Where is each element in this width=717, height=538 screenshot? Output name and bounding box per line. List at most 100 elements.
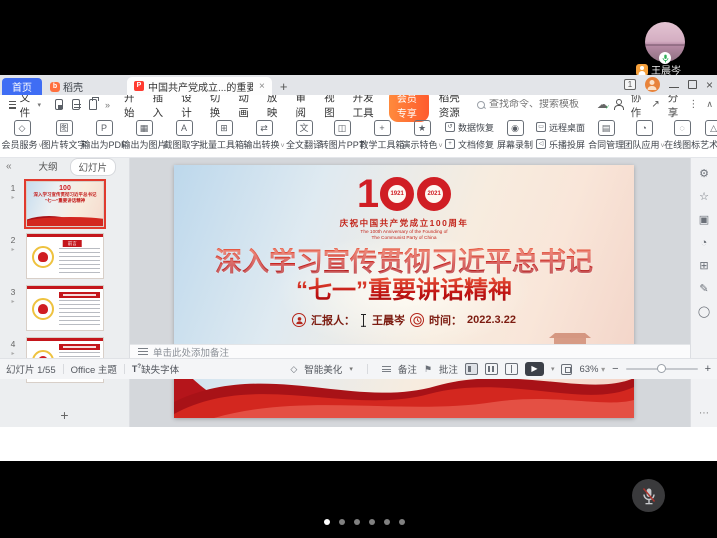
ribbon-item-member-services[interactable]: ◇会员服务	[2, 120, 42, 151]
ribbon-item-contract-management[interactable]: ▤合同管理	[588, 120, 624, 151]
print-icon[interactable]	[89, 99, 97, 110]
page-indicator-dots	[324, 519, 405, 525]
data-recovery-icon: ↺	[445, 122, 455, 132]
beautify-icon[interactable]: ☆	[699, 191, 709, 203]
resources-icon[interactable]: ⊞	[699, 260, 708, 272]
centenary-logo: 1 1921 2021	[174, 174, 634, 214]
page-dot[interactable]	[324, 519, 330, 525]
notes-bar[interactable]: 单击此处添加备注	[130, 344, 690, 358]
notes-toggle-label[interactable]: 备注	[398, 362, 417, 376]
collaborate-icon[interactable]	[616, 99, 623, 110]
ribbon-item-translate[interactable]: 文全文翻译	[286, 120, 322, 151]
reading-view-icon[interactable]	[505, 363, 518, 375]
image-ppt-icon: ◫	[334, 120, 351, 136]
batch-toolbox-icon: ⊞	[216, 120, 233, 136]
tab-close-icon[interactable]: ×	[259, 81, 265, 92]
notes-expand-icon	[138, 348, 148, 355]
theme-name[interactable]: Office 主题	[71, 362, 117, 376]
slide-1-canvas[interactable]: 1 1921 2021 庆祝中国共产党成立100周年 The 100th Ann…	[174, 165, 634, 418]
add-slide-button[interactable]: +	[60, 407, 68, 423]
sidebar-more-icon[interactable]: ⋯	[699, 408, 709, 419]
quick-access-overflow-icon[interactable]: »	[105, 100, 110, 110]
slide-thumbnail-2[interactable]: 前言	[26, 233, 104, 279]
fit-slide-icon[interactable]	[561, 364, 572, 375]
minimize-button[interactable]	[669, 87, 679, 88]
window-stack-icon[interactable]: 1	[624, 79, 636, 90]
help-icon[interactable]: ◯	[698, 306, 710, 318]
view-options-icon[interactable]	[72, 99, 80, 110]
workspace: « 大纲 幻灯片 1▸ 100 深入学习宣传贯彻习近平总书记 “七一”重要讲话精…	[0, 158, 717, 427]
ribbon-item-image-to-text[interactable]: 图图片转文字	[44, 120, 84, 151]
right-tool-sidebar: ⚙ ☆ ▣ ◔ ⊞ ✎ ◯ ⋯	[690, 158, 717, 427]
smart-beautify-icon: ◇	[290, 364, 297, 375]
save-icon[interactable]	[55, 99, 63, 110]
tab-outline[interactable]: 大纲	[31, 158, 66, 176]
tab-slides[interactable]: 幻灯片	[70, 158, 117, 176]
properties-icon[interactable]: ⚙	[699, 168, 709, 180]
comments-toggle-label[interactable]: 批注	[439, 362, 458, 376]
layers-icon[interactable]: ▣	[699, 214, 709, 226]
slide-sorter-view-icon[interactable]	[485, 363, 498, 375]
slide-title-line1[interactable]: 深入学习宣传贯彻习近平总书记	[174, 248, 634, 277]
page-dot[interactable]	[354, 519, 360, 525]
ribbon-item-export-image[interactable]: ▦输出为图片	[124, 120, 164, 151]
share-icon[interactable]: ↗	[651, 99, 659, 110]
notes-panel-icon[interactable]: ✎	[699, 283, 708, 295]
microphone-muted-button[interactable]	[632, 479, 665, 512]
ribbon-item-online-icons[interactable]: ◌在线图标	[664, 120, 700, 151]
meeting-screenshare-screen: 王晨岑 首页 b 稻壳 P 中国共产党成立...的重要讲话精神 × + 1 ×	[0, 0, 717, 538]
search-input[interactable]	[489, 99, 597, 110]
play-slideshow-button[interactable]: ▶	[525, 362, 544, 376]
collapse-panel-icon[interactable]: «	[0, 161, 18, 172]
ribbon-item-team-apps[interactable]: ◔团队应用	[624, 120, 664, 151]
collapse-ribbon-icon[interactable]: ∧	[706, 99, 713, 110]
slide-thumbnail-1[interactable]: 100 深入学习宣传贯彻习近平总书记 “七一”重要讲话精神	[26, 181, 104, 227]
screen-record-icon: ◉	[507, 120, 524, 136]
page-dot[interactable]	[369, 519, 375, 525]
slide-byline[interactable]: 汇报人： 王晨岑 时间： 2022.3.22	[174, 312, 634, 328]
ribbon-item-doc-repair[interactable]: +文档修复	[445, 138, 494, 151]
normal-view-icon[interactable]	[465, 363, 478, 375]
tab-store[interactable]: b 稻壳	[42, 78, 91, 95]
page-dot[interactable]	[339, 519, 345, 525]
page-dot[interactable]	[399, 519, 405, 525]
missing-font-label[interactable]: 缺失字体	[141, 362, 179, 376]
ribbon-item-cast-screen[interactable]: ◁乐播投屏	[536, 138, 585, 151]
ribbon-item-export-pdf[interactable]: P输出为PDF	[84, 120, 124, 151]
page-dot[interactable]	[384, 519, 390, 525]
ribbon-item-data-recovery[interactable]: ↺数据恢复	[445, 121, 494, 134]
close-button[interactable]: ×	[706, 79, 713, 91]
play-options-icon[interactable]: ▾	[551, 365, 555, 373]
chevron-down-icon[interactable]: ▾	[349, 365, 353, 373]
tab-home[interactable]: 首页	[2, 78, 42, 95]
tab-document[interactable]: P 中国共产党成立...的重要讲话精神 ×	[127, 77, 272, 95]
zoom-slider[interactable]	[626, 368, 698, 370]
presenter-name: 王晨岑	[372, 312, 405, 328]
ribbon-item-presentation-features[interactable]: ★演示特色	[402, 120, 442, 151]
zoom-in-button[interactable]: +	[705, 363, 711, 375]
history-icon[interactable]: ◔	[701, 237, 708, 249]
ribbon-item-screen-record[interactable]: ◉屏幕录制	[497, 120, 533, 151]
slide-title-line2[interactable]: “七一”重要讲话精神	[174, 277, 634, 304]
zoom-slider-knob[interactable]	[657, 364, 666, 373]
ribbon-item-output-convert[interactable]: ⇄输出转换	[244, 120, 284, 151]
cloud-sync-icon[interactable]: ☁✓	[597, 98, 608, 111]
account-avatar[interactable]	[645, 77, 660, 92]
ribbon-item-wordart[interactable]: △艺术字	[700, 120, 717, 151]
command-search[interactable]	[477, 99, 597, 110]
ribbon-item-image-ppt[interactable]: ◫转图片PPT	[322, 120, 362, 151]
ribbon-item-batch-toolbox[interactable]: ⊞批量工具箱	[204, 120, 244, 151]
more-menu-icon[interactable]: ⋮	[688, 99, 698, 110]
translate-icon: 文	[296, 120, 313, 136]
restore-button[interactable]	[688, 80, 697, 89]
team-apps-icon: ◔	[636, 120, 653, 136]
smart-beautify-label[interactable]: 智能美化	[304, 362, 342, 376]
thumb-title-bar	[59, 344, 100, 350]
zoom-level[interactable]: 63% ▾	[579, 364, 605, 375]
ribbon-item-remote-desktop[interactable]: ▭远程桌面	[536, 121, 585, 134]
new-tab-button[interactable]: +	[280, 79, 288, 95]
zoom-out-button[interactable]: −	[612, 363, 618, 375]
logo-caption-en1: The 100th Anniversary of the Founding of	[186, 229, 623, 235]
ribbon-item-teaching-toolbox[interactable]: +教学工具箱	[362, 120, 402, 151]
slide-thumbnail-3[interactable]	[26, 285, 104, 331]
